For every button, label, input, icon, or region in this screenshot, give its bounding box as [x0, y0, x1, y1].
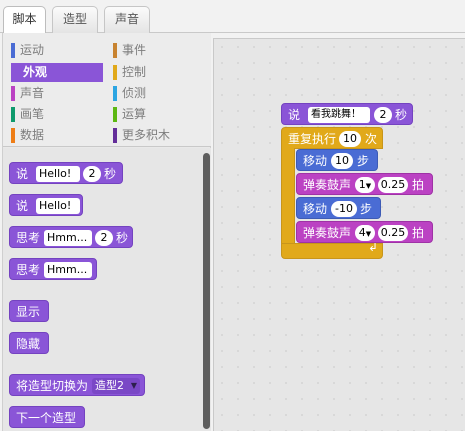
tab-scripts[interactable]: 脚本	[3, 6, 46, 34]
category-pen[interactable]: 画笔	[11, 105, 103, 124]
move-steps-block[interactable]: 移动 -10 步	[296, 197, 381, 219]
block-label: 隐藏	[16, 337, 41, 351]
category-label: 运动	[20, 43, 45, 57]
block-label: 拍	[412, 226, 425, 240]
category-color-bar	[113, 107, 117, 122]
show-block[interactable]: 显示	[9, 300, 49, 322]
palette-blocks-area: 说 Hello! 2 秒 说 Hello! 思考 Hmm... 2 秒 思考 H…	[3, 148, 211, 431]
think-for-secs-block[interactable]: 思考 Hmm... 2 秒	[9, 226, 133, 248]
script-say-for-secs-block[interactable]: 说 看我跳舞！ 2 秒	[281, 103, 413, 125]
message-input[interactable]: 看我跳舞！	[308, 107, 370, 123]
block-label: 次	[365, 132, 378, 146]
script-area[interactable]: 说 看我跳舞！ 2 秒 重复执行 10 次 ↲ 移动 10 步 弹奏鼓声 1▼ …	[213, 38, 465, 431]
drum-dropdown[interactable]: 1▼	[355, 177, 375, 193]
costume-dropdown[interactable]: 造型2 ▼	[92, 378, 140, 394]
category-color-bar	[11, 86, 15, 101]
block-label: 移动	[303, 154, 328, 168]
tab-bar: 脚本 造型 声音	[0, 0, 465, 34]
category-sensing[interactable]: 侦测	[113, 84, 205, 103]
drum-value: 1	[358, 178, 366, 191]
block-label: 秒	[104, 167, 117, 181]
repeat-count-input[interactable]: 10	[339, 131, 361, 147]
block-label: 说	[16, 167, 29, 181]
block-palette: 运动 外观 声音 画笔 数据 事件 控制 侦测 运算 更多积木 说 Hello!…	[2, 33, 211, 431]
seconds-input[interactable]: 2	[374, 107, 392, 123]
category-label: 控制	[122, 65, 147, 79]
message-input[interactable]: Hmm...	[44, 262, 92, 278]
play-drum-block[interactable]: 弹奏鼓声 1▼ 0.25 拍	[296, 173, 433, 195]
block-label: 下一个造型	[16, 411, 77, 425]
steps-input[interactable]: -10	[331, 201, 357, 217]
block-label: 移动	[303, 202, 328, 216]
category-label: 外观	[23, 65, 48, 79]
category-color-bar	[113, 65, 117, 80]
category-color-bar	[113, 86, 117, 101]
block-label: 弹奏鼓声	[303, 178, 352, 192]
category-label: 更多积木	[122, 128, 171, 142]
category-data[interactable]: 数据	[11, 126, 103, 145]
steps-input[interactable]: 10	[331, 153, 353, 169]
think-block[interactable]: 思考 Hmm...	[9, 258, 97, 280]
category-more-blocks[interactable]: 更多积木	[113, 126, 205, 145]
next-costume-block[interactable]: 下一个造型	[9, 406, 85, 428]
tab-costumes[interactable]: 造型	[52, 6, 98, 33]
block-label: 显示	[16, 305, 41, 319]
block-label: 步	[360, 202, 373, 216]
block-label: 步	[357, 154, 370, 168]
beats-input[interactable]: 0.25	[378, 225, 408, 241]
seconds-input[interactable]: 2	[83, 166, 101, 182]
repeat-block-header: 重复执行 10 次	[281, 127, 383, 149]
block-label: 重复执行	[288, 132, 337, 146]
seconds-input[interactable]: 2	[95, 230, 113, 246]
category-looks[interactable]: 外观	[11, 63, 103, 82]
costume-value: 造型2	[95, 379, 124, 392]
message-input[interactable]: Hello!	[36, 166, 80, 182]
block-label: 拍	[412, 178, 425, 192]
category-label: 画笔	[20, 107, 45, 121]
hide-block[interactable]: 隐藏	[9, 332, 49, 354]
drum-value: 4	[358, 226, 366, 239]
category-list: 运动 外观 声音 画笔 数据 事件 控制 侦测 运算 更多积木	[3, 33, 211, 147]
block-label: 将造型切换为	[16, 379, 89, 393]
switch-costume-block[interactable]: 将造型切换为 造型2 ▼	[9, 374, 145, 396]
play-drum-block[interactable]: 弹奏鼓声 4▼ 0.25 拍	[296, 221, 433, 243]
category-label: 声音	[20, 86, 45, 100]
category-label: 事件	[122, 43, 147, 57]
category-operators[interactable]: 运算	[113, 105, 205, 124]
palette-scrollbar[interactable]	[203, 153, 210, 429]
repeat-block-arm	[281, 148, 295, 246]
say-block[interactable]: 说 Hello!	[9, 194, 83, 216]
move-steps-block[interactable]: 移动 10 步	[296, 149, 378, 171]
block-label: 思考	[16, 231, 41, 245]
repeat-block-footer: ↲	[281, 240, 383, 259]
category-color-bar	[113, 43, 117, 58]
block-label: 秒	[395, 108, 408, 122]
category-color-bar	[11, 107, 15, 122]
category-label: 数据	[20, 128, 45, 142]
category-control[interactable]: 控制	[113, 63, 205, 82]
block-label: 秒	[116, 231, 129, 245]
category-color-bar	[11, 43, 15, 58]
category-label: 运算	[122, 107, 147, 121]
dropdown-arrow-icon: ▼	[365, 182, 372, 190]
category-color-bar	[11, 128, 15, 143]
block-label: 说	[16, 199, 29, 213]
drum-dropdown[interactable]: 4▼	[355, 225, 375, 241]
dropdown-arrow-icon: ▼	[130, 381, 137, 390]
block-label: 弹奏鼓声	[303, 226, 352, 240]
tab-sounds[interactable]: 声音	[104, 6, 150, 33]
message-input[interactable]: Hmm...	[44, 230, 92, 246]
dropdown-arrow-icon: ▼	[365, 230, 372, 238]
category-motion[interactable]: 运动	[11, 41, 103, 60]
category-events[interactable]: 事件	[113, 41, 205, 60]
block-label: 说	[288, 108, 301, 122]
block-label: 思考	[16, 263, 41, 277]
category-color-bar	[113, 128, 117, 143]
category-sound[interactable]: 声音	[11, 84, 103, 103]
category-label: 侦测	[122, 86, 147, 100]
beats-input[interactable]: 0.25	[378, 177, 408, 193]
message-input[interactable]: Hello!	[36, 198, 80, 214]
say-for-secs-block[interactable]: 说 Hello! 2 秒	[9, 162, 123, 184]
